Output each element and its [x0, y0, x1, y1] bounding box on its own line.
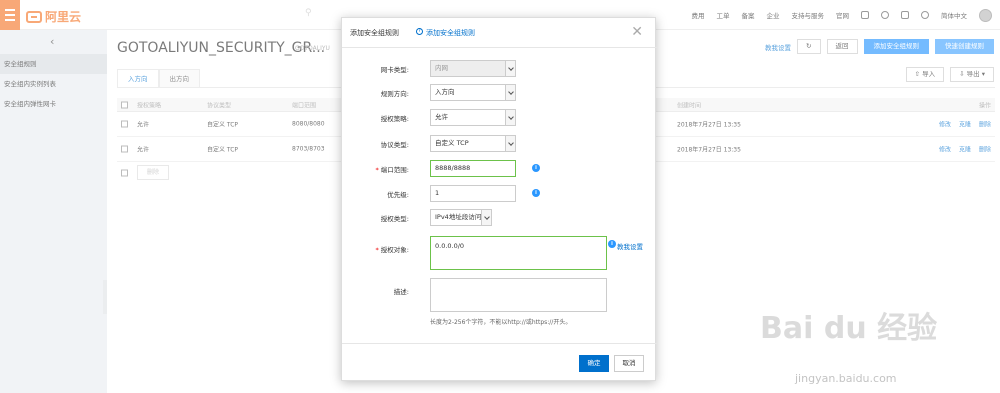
dialog-header: 添加安全组规则 ? 添加安全组规则 ✕ [342, 18, 657, 48]
confirm-button[interactable]: 确定 [579, 355, 609, 372]
row-description: 描述: [342, 278, 657, 312]
row-policy: 授权策略: 允许 [342, 109, 657, 126]
add-rule-dialog: 添加安全组规则 ? 添加安全组规则 ✕ 网卡类型: 内网 规则方向: 入方向 授… [341, 17, 657, 382]
watermark-url: jingyan.baidu.com [795, 372, 897, 385]
priority-input[interactable]: 1 [430, 185, 516, 202]
chevron-down-icon [505, 110, 515, 125]
info-icon[interactable]: i [608, 240, 616, 248]
row-port-range: * 端口范围: 8888/8888 i [342, 160, 657, 177]
chevron-down-icon [505, 85, 515, 100]
row-protocol: 协议类型: 自定义 TCP [342, 135, 657, 152]
dialog-footer: 确定 取消 [342, 343, 657, 382]
auth-object-textarea[interactable]: 0.0.0.0/0 [430, 236, 607, 270]
dialog-title: 添加安全组规则 [350, 29, 399, 37]
direction-label: 规则方向: [380, 89, 409, 98]
cancel-button[interactable]: 取消 [614, 355, 644, 372]
chevron-down-icon [481, 210, 491, 225]
auth-type-label: 授权类型: [380, 214, 409, 223]
policy-label: 授权策略: [380, 114, 409, 123]
priority-label: 优先级: [387, 190, 409, 199]
row-nic-type: 网卡类型: 内网 [342, 60, 657, 77]
auth-object-label: * 授权对象: [375, 244, 409, 254]
description-hint: 长度为2-256个字符，不能以http://或https://开头。 [430, 319, 572, 326]
row-direction: 规则方向: 入方向 [342, 84, 657, 101]
direction-value: 入方向 [435, 88, 455, 96]
row-priority: 优先级: 1 i [342, 185, 657, 202]
port-range-input[interactable]: 8888/8888 [430, 160, 516, 177]
protocol-value: 自定义 TCP [435, 139, 469, 147]
protocol-select[interactable]: 自定义 TCP [430, 135, 516, 152]
auth-type-select[interactable]: IPv4地址段访问 [430, 209, 492, 226]
nic-type-select: 内网 [430, 60, 516, 77]
policy-value: 允许 [435, 113, 448, 121]
chevron-down-icon [505, 136, 515, 151]
port-range-label: * 端口范围: [375, 164, 409, 174]
direction-select[interactable]: 入方向 [430, 84, 516, 101]
auth-type-value: IPv4地址段访问 [435, 213, 482, 221]
advanced-settings-link[interactable]: 教我设置 [617, 241, 643, 251]
description-textarea[interactable] [430, 278, 607, 312]
port-range-label-text: 端口范围: [380, 165, 409, 174]
watermark-logo: Bai du 经验 [760, 311, 938, 346]
description-label: 描述: [393, 288, 409, 296]
dialog-help-link[interactable]: 添加安全组规则 [426, 28, 475, 38]
info-icon[interactable]: i [532, 164, 540, 172]
close-icon[interactable]: ✕ [631, 24, 643, 40]
nic-type-label: 网卡类型: [380, 65, 409, 74]
chevron-down-icon [505, 61, 515, 76]
info-icon[interactable]: i [532, 189, 540, 197]
row-auth-type: 授权类型: IPv4地址段访问 [342, 209, 657, 226]
nic-type-value: 内网 [435, 64, 448, 72]
auth-object-label-text: 授权对象: [380, 246, 409, 254]
policy-select[interactable]: 允许 [430, 109, 516, 126]
help-icon: ? [416, 28, 423, 35]
protocol-label: 协议类型: [380, 140, 409, 149]
